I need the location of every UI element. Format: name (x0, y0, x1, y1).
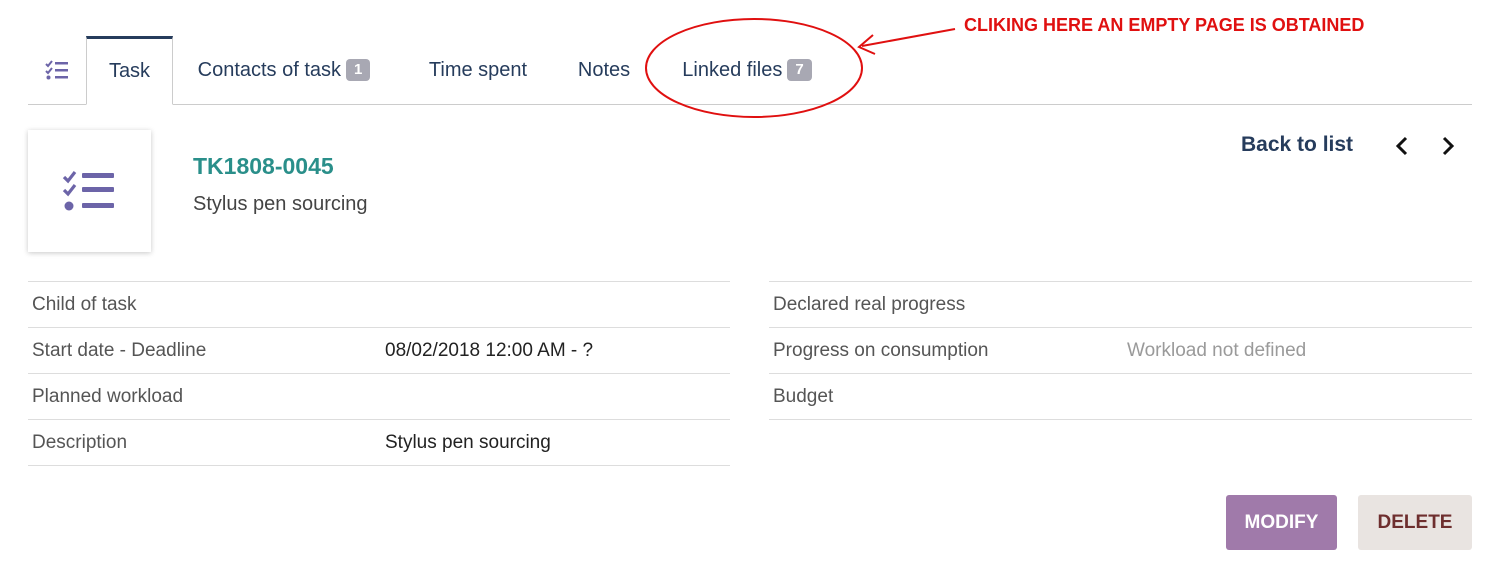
tab-bar: Task Contacts of task 1 Time spent Notes… (28, 36, 1472, 105)
task-list-icon (62, 171, 114, 211)
field-row-progress-consumption: Progress on consumption Workload not def… (769, 328, 1472, 374)
task-label: Stylus pen sourcing (193, 193, 368, 215)
field-label: Planned workload (32, 386, 184, 407)
field-value: Stylus pen sourcing (385, 432, 551, 453)
chevron-right-icon[interactable] (1436, 134, 1460, 158)
field-row-budget: Budget (769, 374, 1472, 420)
tab-time-spent[interactable]: Time spent (418, 36, 538, 104)
annotation-text: CLIKING HERE AN EMPTY PAGE IS OBTAINED (964, 15, 1365, 35)
tab-task-label: Task (108, 60, 151, 82)
field-value: Workload not defined (1127, 340, 1307, 361)
field-value: 08/02/2018 12:00 AM - ? (385, 340, 594, 361)
tab-notes[interactable]: Notes (568, 36, 640, 104)
task-list-icon (45, 60, 68, 80)
tab-notes-label: Notes (577, 58, 631, 81)
field-row-declared-progress: Declared real progress (769, 282, 1472, 328)
tab-files-label: Linked files (682, 58, 783, 81)
tab-task[interactable]: Task (86, 36, 173, 105)
field-row-planned-workload: Planned workload (28, 374, 730, 420)
tab-time-label: Time spent (428, 58, 528, 81)
field-row-child-of-task: Child of task (28, 282, 730, 328)
delete-button[interactable]: DELETE (1358, 495, 1472, 550)
modify-button[interactable]: MODIFY (1226, 495, 1337, 550)
field-row-start-deadline: Start date - Deadline 08/02/2018 12:00 A… (28, 328, 730, 374)
chevron-left-icon[interactable] (1390, 134, 1414, 158)
task-ref: TK1808-0045 (193, 153, 334, 179)
field-label: Start date - Deadline (32, 340, 207, 361)
tab-contacts-of-task[interactable]: Contacts of task 1 (186, 36, 382, 104)
task-picto (28, 130, 151, 252)
field-label: Progress on consumption (773, 340, 989, 361)
contacts-count-badge: 1 (346, 59, 371, 81)
field-label: Budget (773, 386, 834, 407)
field-label: Description (32, 432, 128, 453)
field-label: Declared real progress (773, 294, 966, 315)
tab-contacts-label: Contacts of task (197, 58, 342, 81)
field-label: Child of task (32, 294, 137, 315)
tab-task-list-icon[interactable] (28, 36, 86, 104)
fields-right: Declared real progress Progress on consu… (769, 281, 1472, 420)
files-count-badge: 7 (787, 59, 812, 81)
fields-left: Child of task Start date - Deadline 08/0… (28, 281, 730, 466)
back-to-list-link[interactable]: Back to list (1241, 133, 1353, 157)
field-row-description: Description Stylus pen sourcing (28, 420, 730, 466)
tab-linked-files[interactable]: Linked files 7 (671, 36, 823, 104)
